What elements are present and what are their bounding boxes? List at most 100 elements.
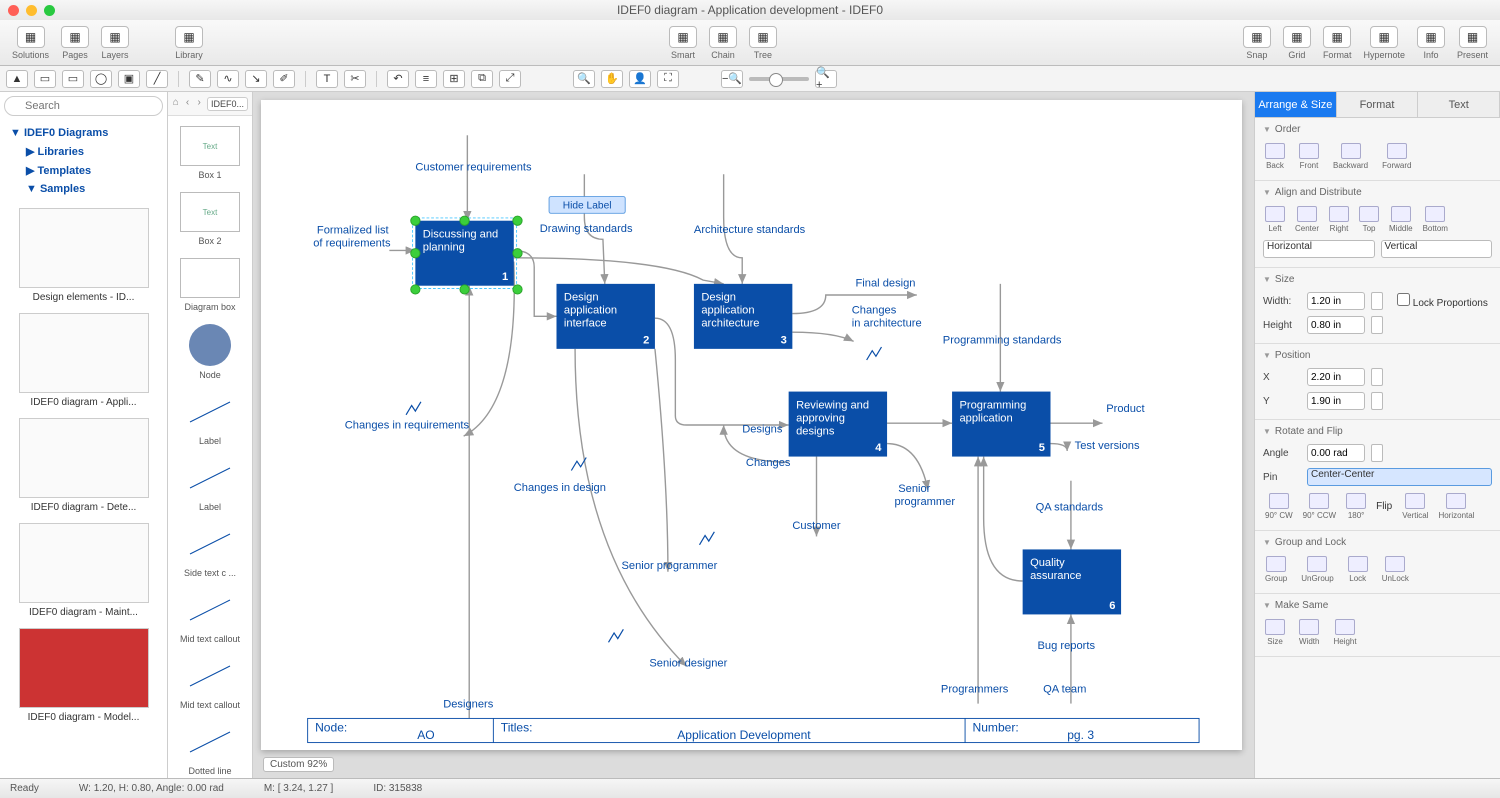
zoom-slider[interactable] bbox=[749, 77, 809, 81]
select-tool[interactable]: ▲ bbox=[6, 70, 28, 88]
left-toolbar-solutions[interactable]: ▦Solutions bbox=[8, 24, 53, 62]
undo-tool[interactable]: ↶ bbox=[387, 70, 409, 88]
diagram-box-3[interactable]: Designapplicationarchitecture3 bbox=[694, 284, 792, 349]
connector-tool[interactable]: ↘ bbox=[245, 70, 267, 88]
zoom-in[interactable]: 🔍+ bbox=[815, 70, 837, 88]
insp-bottom[interactable]: Bottom bbox=[1423, 206, 1448, 233]
y-stepper[interactable] bbox=[1371, 392, 1383, 410]
right-toolbar-info[interactable]: ▦Info bbox=[1413, 24, 1449, 62]
shape-mid-text-callout[interactable]: Mid text callout bbox=[168, 584, 252, 650]
x-input[interactable] bbox=[1307, 368, 1365, 386]
insp-height[interactable]: Height bbox=[1333, 619, 1356, 646]
insp-size[interactable]: Size bbox=[1265, 619, 1285, 646]
center-toolbar-smart[interactable]: ▦Smart bbox=[665, 24, 701, 62]
section-order[interactable]: Order bbox=[1263, 124, 1492, 139]
align-horizontal-select[interactable]: Horizontal bbox=[1263, 240, 1375, 258]
nav-libraries[interactable]: ▶ Libraries bbox=[8, 142, 159, 161]
nav-root[interactable]: ▼ IDEF0 Diagrams bbox=[8, 124, 159, 142]
left-toolbar-pages[interactable]: ▦Pages bbox=[57, 24, 93, 62]
sample-thumb[interactable]: IDEF0 diagram - Maint... bbox=[6, 523, 161, 618]
insp-backward[interactable]: Backward bbox=[1333, 143, 1368, 170]
zoom-tool[interactable]: 🔍 bbox=[573, 70, 595, 88]
shapes-back-icon[interactable]: ‹ bbox=[184, 97, 192, 111]
hand-tool[interactable]: ✋ bbox=[601, 70, 623, 88]
section-rotate[interactable]: Rotate and Flip bbox=[1263, 426, 1492, 441]
right-toolbar-hypernote[interactable]: ▦Hypernote bbox=[1359, 24, 1409, 62]
diagram-box-6[interactable]: Qualityassurance6 bbox=[1023, 549, 1121, 614]
fit-tool[interactable]: ⛶ bbox=[657, 70, 679, 88]
lock-tool[interactable]: ⤢ bbox=[499, 70, 521, 88]
curve-tool[interactable]: ∿ bbox=[217, 70, 239, 88]
insp-180-[interactable]: 180° bbox=[1346, 493, 1366, 520]
group-tool[interactable]: ⧉ bbox=[471, 70, 493, 88]
section-size[interactable]: Size bbox=[1263, 274, 1492, 289]
crop-tool[interactable]: ✂ bbox=[344, 70, 366, 88]
right-toolbar-format[interactable]: ▦Format bbox=[1319, 24, 1356, 62]
angle-stepper[interactable] bbox=[1371, 444, 1383, 462]
close-window[interactable] bbox=[8, 5, 19, 16]
zoom-readout[interactable]: Custom 92% bbox=[263, 757, 334, 772]
person-tool[interactable]: 👤 bbox=[629, 70, 651, 88]
insp-lock[interactable]: Lock bbox=[1348, 556, 1368, 583]
width-stepper[interactable] bbox=[1371, 292, 1383, 310]
insp-right[interactable]: Right bbox=[1329, 206, 1349, 233]
width-input[interactable] bbox=[1307, 292, 1365, 310]
sample-thumb[interactable]: IDEF0 diagram - Appli... bbox=[6, 313, 161, 408]
shapes-home-icon[interactable]: ⌂ bbox=[172, 97, 180, 111]
insp-center[interactable]: Center bbox=[1295, 206, 1319, 233]
shape-tool[interactable]: ▣ bbox=[118, 70, 140, 88]
insp-90-cw[interactable]: 90° CW bbox=[1265, 493, 1293, 520]
insp-unlock[interactable]: UnLock bbox=[1382, 556, 1409, 583]
sample-thumb[interactable]: IDEF0 diagram - Model... bbox=[6, 628, 161, 723]
center-toolbar-chain[interactable]: ▦Chain bbox=[705, 24, 741, 62]
nav-samples[interactable]: ▼ Samples bbox=[8, 180, 159, 198]
marquee-tool[interactable]: ▭ bbox=[34, 70, 56, 88]
zoom-window[interactable] bbox=[44, 5, 55, 16]
tab-format[interactable]: Format bbox=[1337, 92, 1419, 117]
insp-back[interactable]: Back bbox=[1265, 143, 1285, 170]
insp-middle[interactable]: Middle bbox=[1389, 206, 1413, 233]
insp-flip-horizontal[interactable]: Horizontal bbox=[1438, 493, 1474, 520]
zoom-out[interactable]: −🔍 bbox=[721, 70, 743, 88]
shape-box-2[interactable]: TextBox 2 bbox=[168, 186, 252, 252]
shape-diagram-box[interactable]: Diagram box bbox=[168, 252, 252, 318]
rect-tool[interactable]: ▭ bbox=[62, 70, 84, 88]
sample-thumb[interactable]: IDEF0 diagram - Dete... bbox=[6, 418, 161, 513]
section-same[interactable]: Make Same bbox=[1263, 600, 1492, 615]
shape-label[interactable]: Label bbox=[168, 386, 252, 452]
insp-front[interactable]: Front bbox=[1299, 143, 1319, 170]
insp-left[interactable]: Left bbox=[1265, 206, 1285, 233]
shape-dotted-line[interactable]: Dotted line bbox=[168, 716, 252, 778]
section-group[interactable]: Group and Lock bbox=[1263, 537, 1492, 552]
minimize-window[interactable] bbox=[26, 5, 37, 16]
sample-thumb[interactable]: Design elements - ID... bbox=[6, 208, 161, 303]
height-input[interactable] bbox=[1307, 316, 1365, 334]
insp-top[interactable]: Top bbox=[1359, 206, 1379, 233]
center-toolbar-tree[interactable]: ▦Tree bbox=[745, 24, 781, 62]
x-stepper[interactable] bbox=[1371, 368, 1383, 386]
section-align[interactable]: Align and Distribute bbox=[1263, 187, 1492, 202]
pen-tool[interactable]: ✎ bbox=[189, 70, 211, 88]
shapes-fwd-icon[interactable]: › bbox=[195, 97, 203, 111]
diagram-box-4[interactable]: Reviewing andapprovingdesigns4 bbox=[789, 392, 887, 457]
distribute-tool[interactable]: ⊞ bbox=[443, 70, 465, 88]
tab-text[interactable]: Text bbox=[1418, 92, 1500, 117]
insp-width[interactable]: Width bbox=[1299, 619, 1319, 646]
right-toolbar-snap[interactable]: ▦Snap bbox=[1239, 24, 1275, 62]
shape-side-text-c-[interactable]: Side text c ... bbox=[168, 518, 252, 584]
angle-input[interactable] bbox=[1307, 444, 1365, 462]
shape-node[interactable]: Node bbox=[168, 318, 252, 386]
shape-mid-text-callout[interactable]: Mid text callout bbox=[168, 650, 252, 716]
hide-label-button[interactable]: Hide Label bbox=[549, 197, 625, 214]
height-stepper[interactable] bbox=[1371, 316, 1383, 334]
ellipse-tool[interactable]: ◯ bbox=[90, 70, 112, 88]
tab-arrange[interactable]: Arrange & Size bbox=[1255, 92, 1337, 117]
insp-90-ccw[interactable]: 90° CCW bbox=[1303, 493, 1336, 520]
left-toolbar-layers[interactable]: ▦Layers bbox=[97, 24, 133, 62]
pin-select[interactable]: Center-Center bbox=[1307, 468, 1492, 486]
diagram-box-5[interactable]: Programmingapplication5 bbox=[952, 392, 1050, 457]
shape-box-1[interactable]: TextBox 1 bbox=[168, 120, 252, 186]
insp-group[interactable]: Group bbox=[1265, 556, 1287, 583]
insp-forward[interactable]: Forward bbox=[1382, 143, 1411, 170]
diagram-box-2[interactable]: Designapplicationinterface2 bbox=[557, 284, 655, 349]
